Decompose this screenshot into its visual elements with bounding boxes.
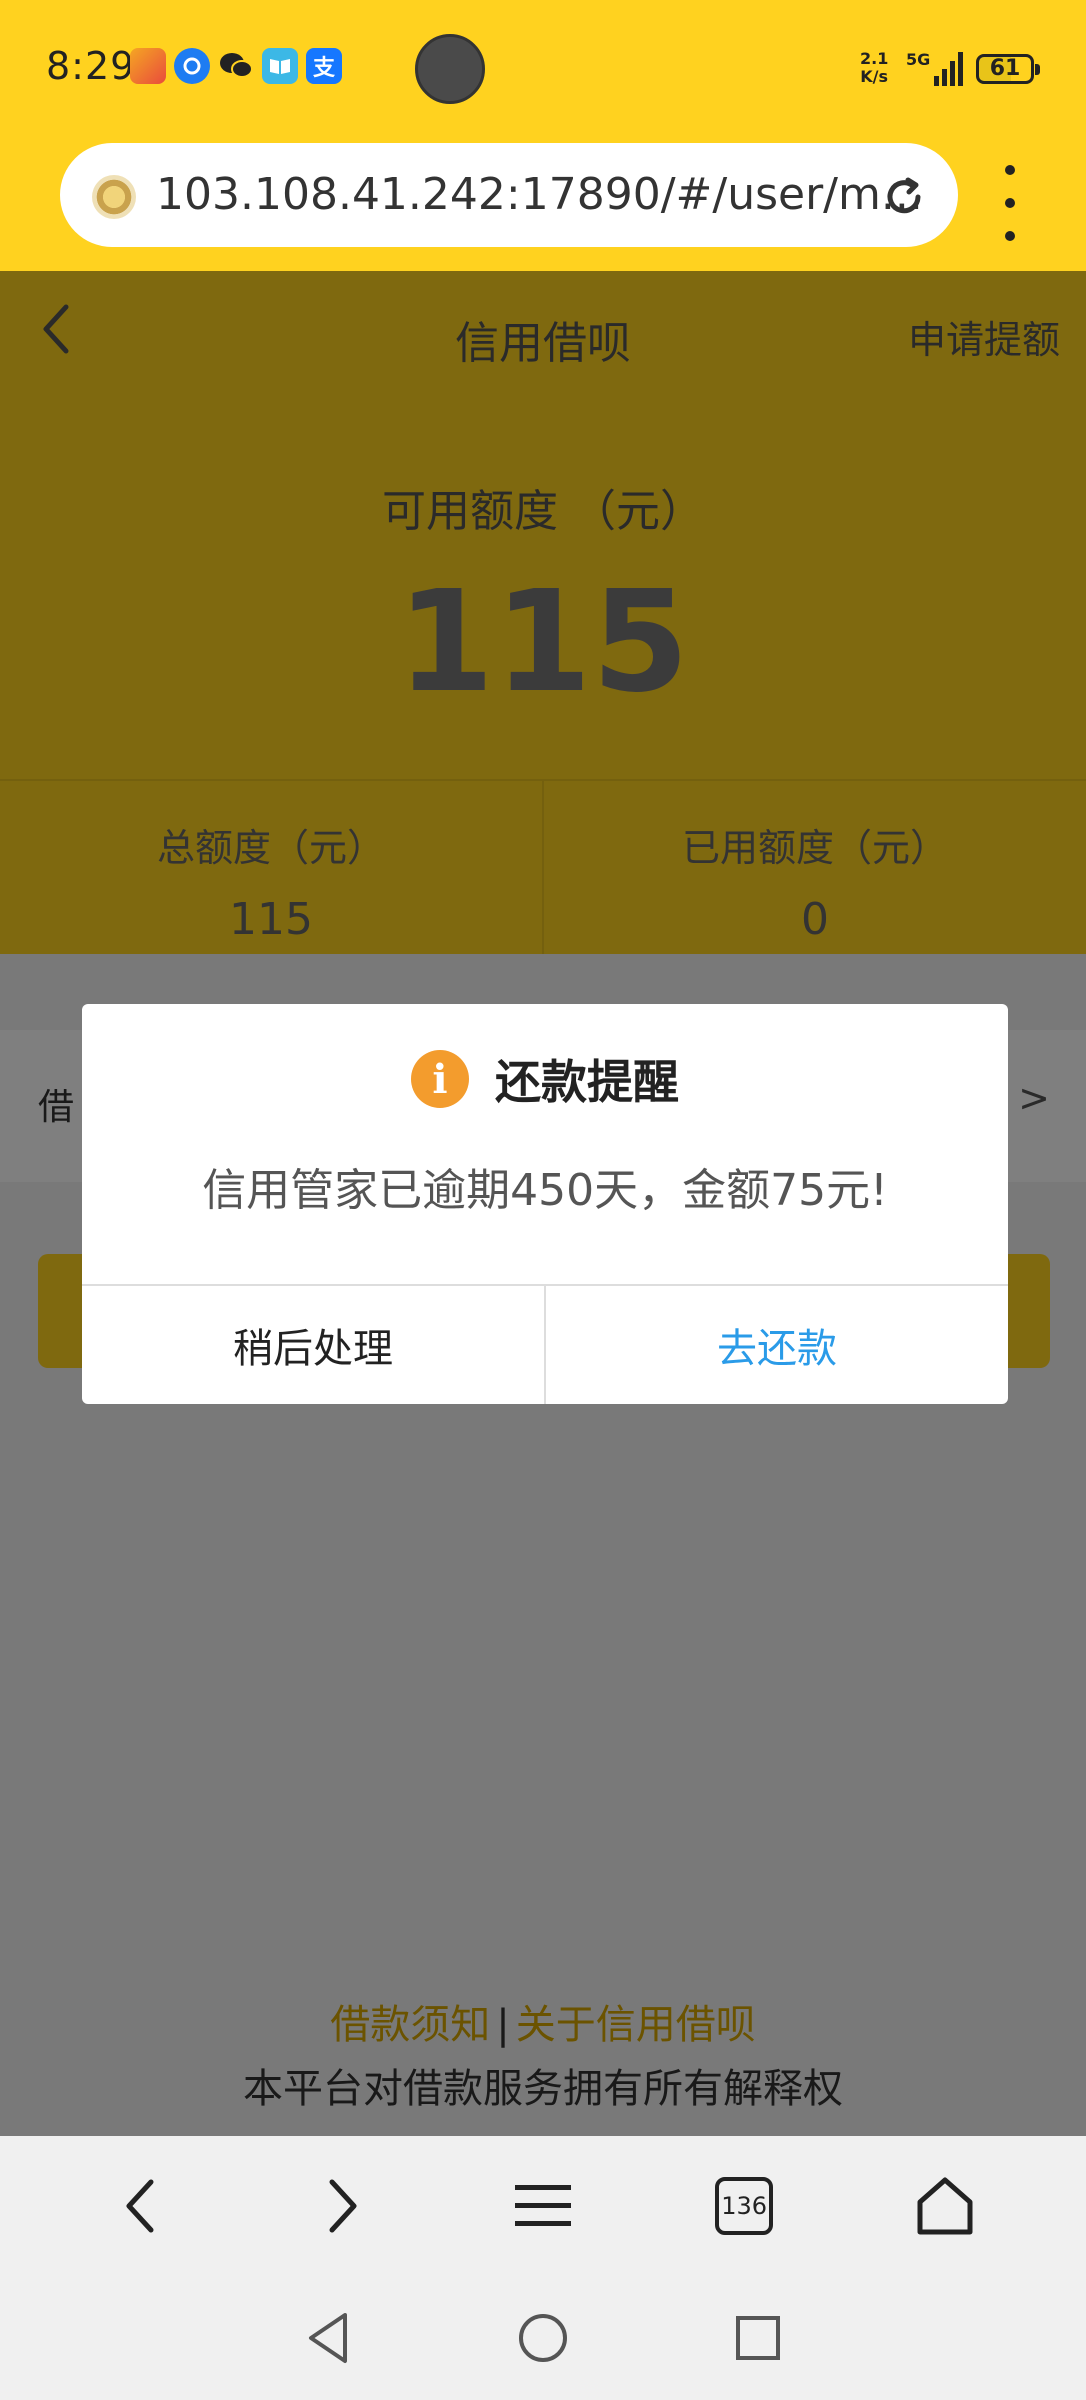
tabs-button[interactable]: 136 — [704, 2166, 784, 2246]
more-menu-icon[interactable] — [992, 165, 1028, 241]
reader-icon — [262, 48, 298, 84]
net-speed: 2.1 K/s — [860, 50, 888, 86]
back-nav-icon[interactable] — [101, 2166, 181, 2246]
repay-button[interactable]: 去还款 — [544, 1286, 1008, 1404]
forward-nav-icon[interactable] — [302, 2166, 382, 2246]
status-time: 8:29 — [46, 44, 136, 88]
browser-address-bar: 103.108.41.242:17890/#/user/m... — [0, 135, 1086, 271]
menu-icon[interactable] — [503, 2166, 583, 2246]
url-field[interactable]: 103.108.41.242:17890/#/user/m... — [60, 143, 958, 247]
dialog-message: 信用管家已逾期450天，金额75元! — [202, 1165, 888, 1216]
alipay-icon: 支 — [306, 48, 342, 84]
repayment-reminder-dialog: i 还款提醒 信用管家已逾期450天，金额75元! 稍后处理 去还款 — [82, 1004, 1008, 1404]
system-recents-icon[interactable] — [723, 2303, 793, 2373]
site-favicon-icon — [92, 175, 136, 219]
status-bar: 8:29 支 2.1 K/s 5G 61 — [0, 0, 1086, 135]
system-back-icon[interactable] — [293, 2303, 363, 2373]
signal-icon — [934, 52, 963, 86]
dialog-header: i 还款提醒 — [82, 1046, 1008, 1112]
battery-indicator: 61 — [976, 54, 1040, 84]
browser-toolbar: 136 — [0, 2136, 1086, 2276]
kuaishou-icon — [130, 48, 166, 84]
dialog-title: 还款提醒 — [495, 1055, 679, 1109]
later-button[interactable]: 稍后处理 — [82, 1286, 544, 1404]
net-speed-unit: K/s — [860, 67, 889, 86]
system-home-icon[interactable] — [508, 2303, 578, 2373]
home-icon[interactable] — [905, 2166, 985, 2246]
dialog-actions: 稍后处理 去还款 — [82, 1284, 1008, 1404]
net-speed-value: 2.1 — [860, 49, 889, 68]
tab-count: 136 — [715, 2177, 774, 2235]
floating-avatar[interactable] — [415, 34, 485, 104]
system-navigation-bar — [0, 2276, 1086, 2400]
info-icon: i — [411, 1050, 469, 1108]
notification-icons: 支 — [130, 48, 342, 84]
wechat-icon — [218, 48, 254, 84]
network-type: 5G — [906, 50, 931, 69]
reload-icon[interactable] — [878, 171, 930, 223]
qq-browser-icon — [174, 48, 210, 84]
url-text[interactable]: 103.108.41.242:17890/#/user/m... — [156, 169, 923, 220]
